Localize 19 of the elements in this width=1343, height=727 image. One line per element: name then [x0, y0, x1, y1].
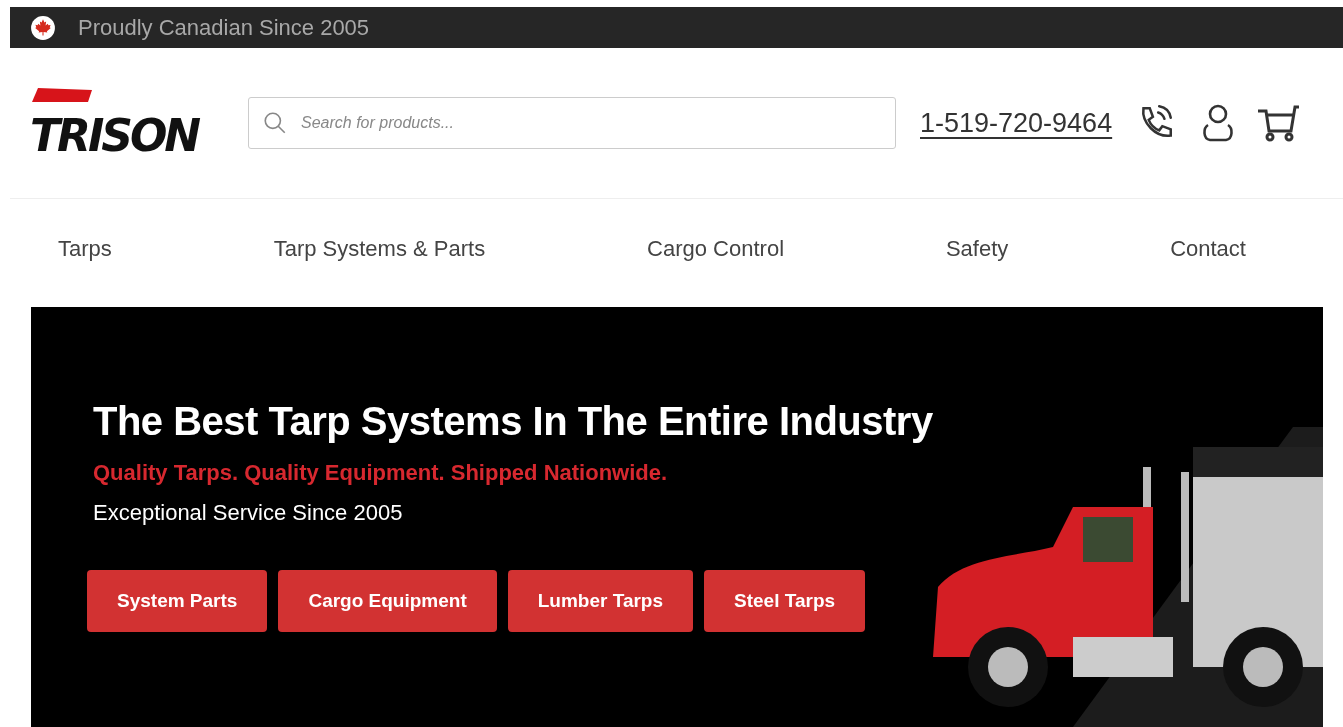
category-button[interactable]: Steel Tarps: [704, 570, 866, 632]
nav-link[interactable]: Contact: [1170, 236, 1246, 262]
search-field[interactable]: Search for products...: [248, 97, 896, 149]
nav-link[interactable]: Tarps: [58, 236, 112, 262]
category-button[interactable]: Cargo Equipment: [278, 570, 497, 632]
nav-link[interactable]: Cargo Control: [647, 236, 784, 262]
maple-leaf-icon: [30, 14, 56, 41]
phone-link[interactable]: 1-519-720-9464: [920, 107, 1113, 139]
nav-link[interactable]: Tarp Systems & Parts: [273, 236, 486, 262]
hero-title: The Best Tarp Systems In The Entire Industry: [93, 399, 933, 444]
search-icon: [262, 110, 288, 136]
hero-tagline: Quality Tarps. Quality Equipment. Shipped Nationwide.: [93, 460, 669, 486]
hero-subtitle: Exceptional Service Since 2005: [93, 500, 404, 526]
logo[interactable]: TRISON: [30, 88, 226, 158]
cart-icon[interactable]: [1256, 103, 1301, 143]
category-button[interactable]: Lumber Tarps: [507, 570, 694, 632]
top-bar-text: Proudly Canadian Since 2005: [78, 14, 370, 41]
category-button[interactable]: System Parts: [87, 570, 268, 632]
nav-link[interactable]: Safety: [945, 236, 1009, 262]
